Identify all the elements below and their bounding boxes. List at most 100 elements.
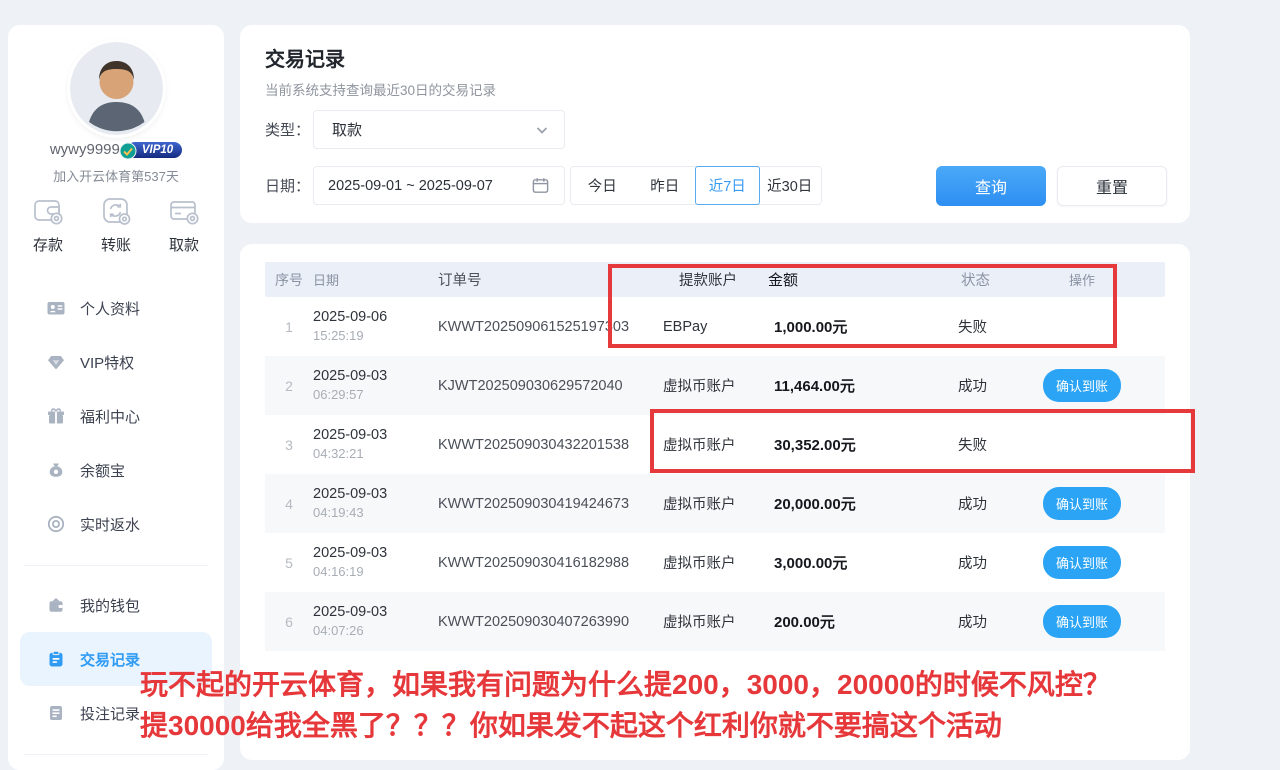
- row-index: 6: [265, 614, 313, 630]
- note-icon: [46, 703, 66, 723]
- reset-button[interactable]: 重置: [1057, 166, 1167, 206]
- range-yesterday-button[interactable]: 昨日: [634, 167, 697, 204]
- row-account: 虚拟币账户: [663, 375, 768, 396]
- row-order-no: KWWT202509030419424673: [438, 496, 663, 512]
- sidebar-item-label: 福利中心: [80, 406, 140, 427]
- deposit-label: 存款: [33, 234, 63, 255]
- row-date: 2025-09-0306:29:57: [313, 367, 438, 404]
- sidebar-item-label: VIP特权: [80, 352, 134, 373]
- sidebar-item-label: 交易记录: [80, 649, 140, 670]
- row-amount: 3,000.00元: [768, 552, 948, 573]
- sidebar-item-vip[interactable]: VIP特权: [8, 335, 224, 389]
- user-identity: wywy9999 VIP10: [8, 141, 224, 158]
- time-value: 04:16:19: [313, 563, 438, 581]
- sidebar-item-betting-records[interactable]: 投注记录: [8, 686, 224, 740]
- type-filter-row: 类型： 取款: [265, 110, 565, 149]
- row-amount: 20,000.00元: [768, 493, 948, 514]
- time-value: 06:29:57: [313, 386, 438, 404]
- username: wywy9999: [50, 141, 120, 158]
- time-value: 04:32:21: [313, 445, 438, 463]
- row-account: 虚拟币账户: [663, 611, 768, 632]
- row-status: 成功: [948, 552, 1043, 573]
- sidebar-item-wallet[interactable]: 我的钱包: [8, 578, 224, 632]
- transfer-icon: [98, 193, 134, 229]
- sidebar: wywy9999 VIP10 加入开云体育第537天: [8, 25, 224, 770]
- row-status: 失败: [948, 434, 1043, 455]
- range-7days-button[interactable]: 近7日: [695, 166, 760, 205]
- page-title: 交易记录: [265, 43, 345, 72]
- sidebar-item-transactions[interactable]: 交易记录: [20, 632, 212, 686]
- table-row: 2 2025-09-0306:29:57 KJWT202509030629572…: [265, 356, 1165, 415]
- sidebar-item-label: 实时返水: [80, 514, 140, 535]
- transfer-button[interactable]: 转账: [98, 193, 134, 255]
- quick-range-group: 今日 昨日 近7日 近30日: [570, 166, 822, 205]
- date-value: 2025-09-03: [313, 544, 438, 563]
- row-status: 失败: [948, 316, 1043, 337]
- table-row: 4 2025-09-0304:19:43 KWWT202509030419424…: [265, 474, 1165, 533]
- vip-badge: VIP10: [127, 142, 182, 158]
- row-account: 虚拟币账户: [663, 434, 768, 455]
- page-subtitle: 当前系统支持查询最近30日的交易记录: [265, 79, 496, 99]
- table-row: 5 2025-09-0304:16:19 KWWT202509030416182…: [265, 533, 1165, 592]
- transaction-records-page: wywy9999 VIP10 加入开云体育第537天: [0, 0, 1280, 770]
- col-header-date: 日期: [313, 270, 438, 289]
- row-amount: 1,000.00元: [768, 316, 948, 337]
- date-value: 2025-09-03: [313, 603, 438, 622]
- confirm-receipt-button[interactable]: 确认到账: [1043, 487, 1121, 520]
- col-header-action: 操作: [1043, 270, 1165, 289]
- chevron-down-icon: [534, 122, 550, 138]
- row-amount: 200.00元: [768, 611, 948, 632]
- date-label: 日期：: [265, 175, 313, 196]
- deposit-wallet-icon: [30, 193, 66, 229]
- row-account: EBPay: [663, 319, 768, 335]
- type-select[interactable]: 取款: [313, 110, 565, 149]
- row-status: 成功: [948, 611, 1043, 632]
- query-button[interactable]: 查询: [936, 166, 1046, 206]
- col-header-order: 订单号: [438, 269, 663, 290]
- date-range-value: 2025-09-01 ~ 2025-09-07: [328, 178, 493, 194]
- date-value: 2025-09-03: [313, 426, 438, 445]
- deposit-button[interactable]: 存款: [30, 193, 66, 255]
- id-card-icon: [46, 298, 66, 318]
- withdraw-button[interactable]: 取款: [166, 193, 202, 255]
- sidebar-item-rebate[interactable]: 实时返水: [8, 497, 224, 551]
- records-table: 序号 日期 订单号 提款账户 金额 状态 操作 1 2025-09-0615:2…: [265, 262, 1165, 651]
- calendar-icon: [531, 176, 550, 195]
- filter-panel: 交易记录 当前系统支持查询最近30日的交易记录 类型： 取款 日期： 2025-…: [240, 25, 1190, 223]
- row-date: 2025-09-0304:07:26: [313, 603, 438, 640]
- row-index: 2: [265, 378, 313, 394]
- row-order-no: KJWT202509030629572040: [438, 378, 663, 394]
- row-account: 虚拟币账户: [663, 552, 768, 573]
- row-date: 2025-09-0304:19:43: [313, 485, 438, 522]
- range-30days-button[interactable]: 近30日: [759, 167, 822, 204]
- time-value: 15:25:19: [313, 327, 438, 345]
- type-select-value: 取款: [332, 119, 362, 140]
- date-value: 2025-09-03: [313, 485, 438, 504]
- row-index: 4: [265, 496, 313, 512]
- time-value: 04:19:43: [313, 504, 438, 522]
- row-index: 1: [265, 319, 313, 335]
- date-range-input[interactable]: 2025-09-01 ~ 2025-09-07: [313, 166, 565, 205]
- row-amount: 11,464.00元: [768, 375, 948, 396]
- date-value: 2025-09-06: [313, 308, 438, 327]
- confirm-receipt-button[interactable]: 确认到账: [1043, 546, 1121, 579]
- target-icon: [46, 514, 66, 534]
- sidebar-item-profile[interactable]: 个人资料: [8, 281, 224, 335]
- avatar-image: [70, 42, 163, 135]
- avatar: [70, 42, 163, 135]
- range-today-button[interactable]: 今日: [571, 167, 634, 204]
- row-amount: 30,352.00元: [768, 434, 948, 455]
- table-row: 1 2025-09-0615:25:19 KWWT202509061525197…: [265, 297, 1165, 356]
- row-index: 3: [265, 437, 313, 453]
- confirm-receipt-button[interactable]: 确认到账: [1043, 605, 1121, 638]
- confirm-receipt-button[interactable]: 确认到账: [1043, 369, 1121, 402]
- col-header-status: 状态: [948, 269, 1043, 290]
- sidebar-item-benefits[interactable]: 福利中心: [8, 389, 224, 443]
- sidebar-divider: [24, 754, 208, 755]
- vip-shield-icon: [119, 142, 137, 160]
- sidebar-divider: [24, 565, 208, 566]
- sidebar-item-yuebao[interactable]: 余额宝: [8, 443, 224, 497]
- table-row: 6 2025-09-0304:07:26 KWWT202509030407263…: [265, 592, 1165, 651]
- withdraw-card-icon: [166, 193, 202, 229]
- sidebar-item-label: 余额宝: [80, 460, 125, 481]
